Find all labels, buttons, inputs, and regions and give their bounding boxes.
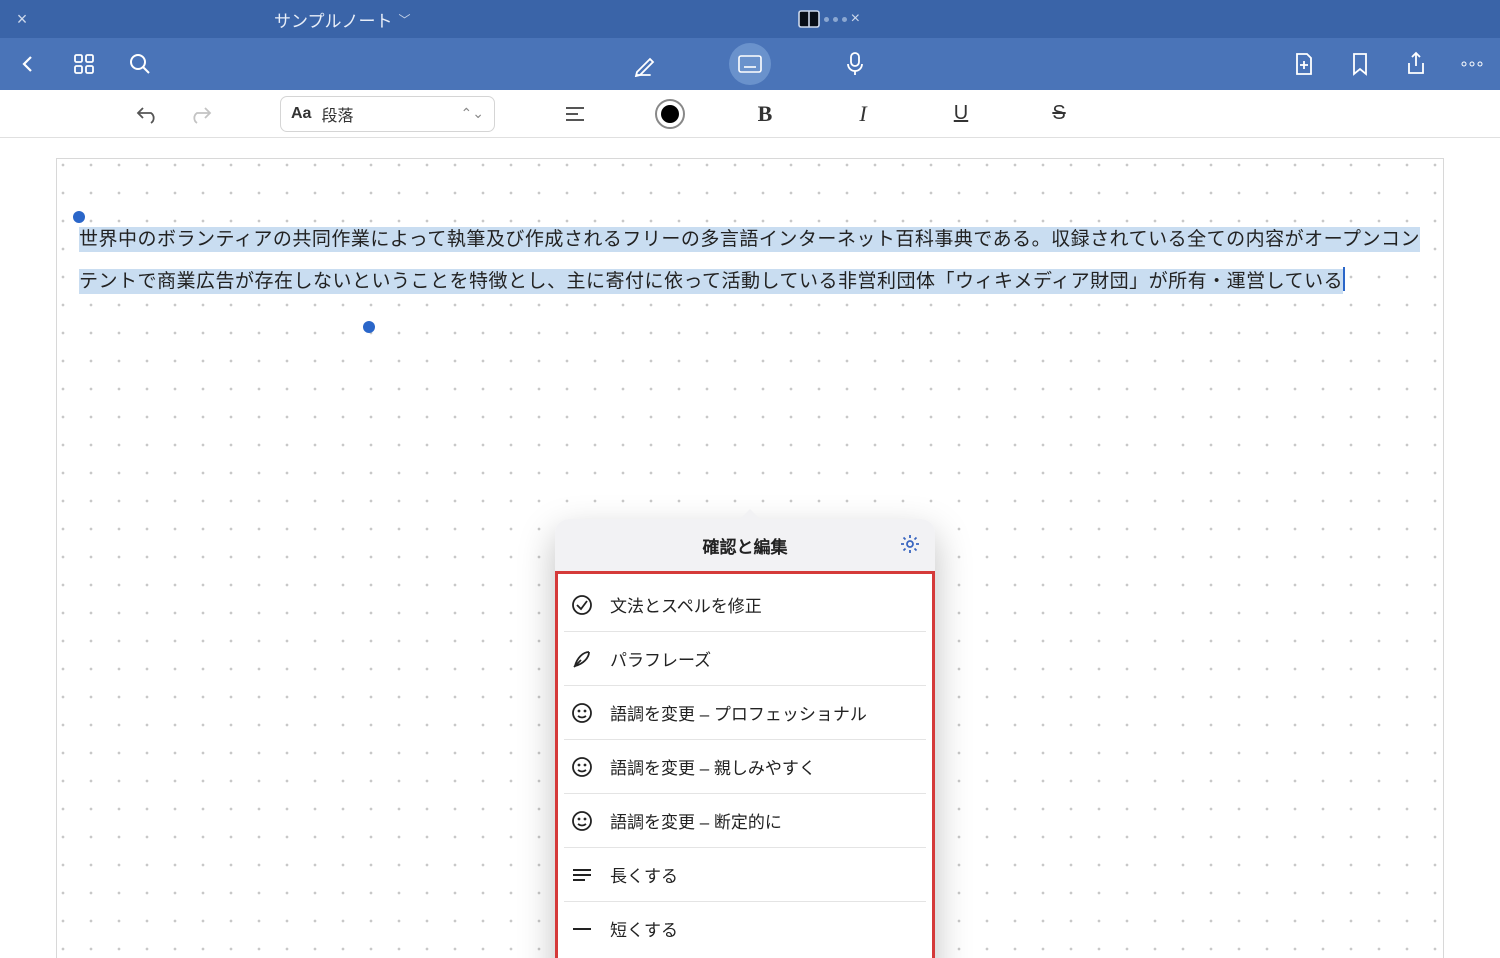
ai-make-shorter[interactable]: 短くする <box>564 901 926 955</box>
add-page-icon[interactable] <box>1290 50 1318 78</box>
italic-button[interactable]: I <box>845 101 881 127</box>
popover-items: 文法とスペルを修正 パラフレーズ 語調を変更 – プロフェッショナル 語調を変更… <box>555 571 935 958</box>
keyboard-mode-button[interactable] <box>729 43 771 85</box>
undo-button[interactable] <box>130 96 166 132</box>
tab-bar: × サンプルノート ﹀ × <box>0 0 1500 38</box>
style-select-label: 段落 <box>321 102 353 126</box>
close-icon[interactable]: × <box>851 10 860 28</box>
split-view-controls[interactable]: × <box>798 10 860 28</box>
text-color-button[interactable] <box>655 99 685 129</box>
apps-grid-icon[interactable] <box>70 50 98 78</box>
microphone-icon[interactable] <box>841 50 869 78</box>
ai-fix-grammar[interactable]: 文法とスペルを修正 <box>564 578 926 631</box>
align-button[interactable] <box>557 96 593 132</box>
gear-icon[interactable] <box>899 533 921 560</box>
text-cursor <box>1343 267 1345 291</box>
popover-title: 確認と編集 <box>555 519 935 571</box>
bold-button[interactable]: B <box>747 101 783 127</box>
main-toolbar <box>0 38 1500 90</box>
ai-paraphrase[interactable]: パラフレーズ <box>564 631 926 685</box>
ai-tone-assertive[interactable]: 語調を変更 – 断定的に <box>564 793 926 847</box>
canvas-area: 世界中のボランティアの共同作業によって執筆及び作成されるフリーの多言語インターネ… <box>0 138 1500 958</box>
text-style-icon: Aa <box>291 105 311 123</box>
ai-tone-friendly[interactable]: 語調を変更 – 親しみやすく <box>564 739 926 793</box>
minus-icon <box>570 925 594 933</box>
tab-title[interactable]: サンプルノート ﹀ <box>274 7 411 32</box>
ai-make-longer[interactable]: 長くする <box>564 847 926 901</box>
tab-title-text: サンプルノート <box>274 7 393 32</box>
close-tab-icon[interactable]: × <box>0 9 44 30</box>
lines-icon <box>570 867 594 883</box>
ai-tone-professional[interactable]: 語調を変更 – プロフェッショナル <box>564 685 926 739</box>
smile-icon <box>570 702 594 724</box>
chevron-down-icon: ﹀ <box>399 11 411 28</box>
ai-edit-popover: 確認と編集 文法とスペルを修正 パラフレーズ 語調を変更 – プロフェッショナル <box>555 519 935 958</box>
search-icon[interactable] <box>126 50 154 78</box>
smile-icon <box>570 810 594 832</box>
feather-icon <box>570 648 594 670</box>
back-button[interactable] <box>14 50 42 78</box>
pen-tool-icon[interactable] <box>631 50 659 78</box>
smile-icon <box>570 756 594 778</box>
selection-handle-end[interactable] <box>363 321 375 333</box>
more-icon[interactable] <box>1458 50 1486 78</box>
strikethrough-button[interactable]: S <box>1041 102 1077 125</box>
selection-handle-start[interactable] <box>73 211 85 223</box>
share-icon[interactable] <box>1402 50 1430 78</box>
paragraph-style-select[interactable]: Aa 段落 ⌃⌄ <box>280 96 495 132</box>
chevron-updown-icon: ⌃⌄ <box>461 105 484 122</box>
selected-text[interactable]: 世界中のボランティアの共同作業によって執筆及び作成されるフリーの多言語インターネ… <box>79 219 1421 303</box>
underline-button[interactable]: U <box>943 102 979 125</box>
redo-button[interactable] <box>182 96 218 132</box>
document-page[interactable]: 世界中のボランティアの共同作業によって執筆及び作成されるフリーの多言語インターネ… <box>56 158 1444 958</box>
check-circle-icon <box>570 594 594 616</box>
bookmark-icon[interactable] <box>1346 50 1374 78</box>
format-toolbar: Aa 段落 ⌃⌄ B I U S <box>0 90 1500 138</box>
